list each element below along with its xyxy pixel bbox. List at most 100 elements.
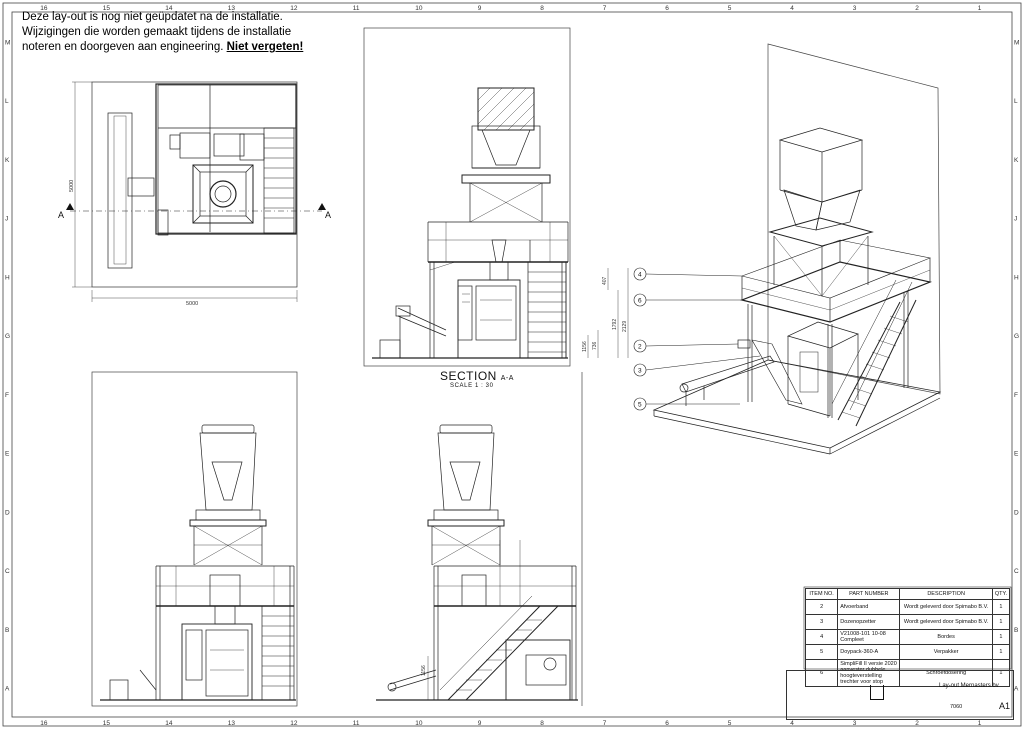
bom-item: 3 xyxy=(804,614,839,630)
side-view xyxy=(376,372,583,706)
section-dim-label: 2129 xyxy=(622,321,628,332)
bom-header-qty: QTY. xyxy=(991,588,1011,600)
grid-col-label: 13 xyxy=(228,720,236,727)
note-emphasis: Niet vergeten! xyxy=(226,41,304,53)
bom-part: Afvoerband xyxy=(837,599,901,615)
title-block: Lay-out Mernasters bv 7060 A1 xyxy=(786,670,1014,720)
grid-col-label: 11 xyxy=(353,5,360,12)
note-line-3-text: noteren en doorgeven aan engineering. xyxy=(22,41,227,53)
grid-col-label: 14 xyxy=(165,720,173,727)
title-block-title: Lay-out Mernasters bv xyxy=(939,683,999,689)
grid-row-label: C xyxy=(1014,568,1019,575)
section-mark-left: A xyxy=(58,210,64,220)
bom-row: 4 V21008-101 10-08 Compleet Bordes 1 xyxy=(804,629,1011,645)
grid-col-label: 9 xyxy=(478,5,482,12)
section-dimensions: 407 1792 2129 736 1156 xyxy=(582,276,628,352)
side-view-dim: 1156 xyxy=(421,665,427,676)
grid-col-label: 5 xyxy=(728,720,732,727)
bom-header-desc: DESCRIPTION xyxy=(899,588,993,600)
bom-qty: 1 xyxy=(991,599,1011,615)
section-view xyxy=(363,27,629,367)
bom-qty: 1 xyxy=(991,629,1011,645)
grid-col-label: 7 xyxy=(603,720,607,727)
bom-qty: 1 xyxy=(991,644,1011,660)
grid-col-label: 5 xyxy=(728,5,732,12)
grid-row-label: B xyxy=(5,627,9,634)
grid-row-label: G xyxy=(5,333,10,340)
title-block-size: A1 xyxy=(999,701,1011,711)
bom-row: 3 Dozenopzetter Wordt geleverd door Spimab… xyxy=(804,614,1011,630)
warning-note: Deze lay-out is nog niet geüpdatet na de… xyxy=(22,10,303,55)
balloon-label: 4 xyxy=(638,272,642,279)
grid-col-label: 15 xyxy=(103,720,111,727)
grid-col-label: 2 xyxy=(915,5,919,12)
section-scale: SCALE 1 : 30 xyxy=(450,383,494,389)
grid-col-label: 12 xyxy=(290,720,298,727)
grid-row-label: K xyxy=(5,157,10,164)
grid-col-label: 4 xyxy=(790,720,794,727)
grid-col-label: 4 xyxy=(790,5,794,12)
section-dim-label: 1156 xyxy=(582,341,588,352)
balloon-label: 5 xyxy=(638,402,642,409)
grid-col-label: 1 xyxy=(978,5,982,12)
bom-item: 2 xyxy=(804,599,839,615)
grid-row-label: K xyxy=(1014,157,1019,164)
grid-col-label: 11 xyxy=(353,720,360,727)
bom-part: Dozenopzetter xyxy=(837,614,901,630)
section-dim-label: 736 xyxy=(592,341,598,350)
grid-col-label: 7 xyxy=(603,5,607,12)
section-title: SECTION A-A xyxy=(440,369,514,383)
balloon-label: 3 xyxy=(638,368,642,375)
section-dim-label: 1792 xyxy=(612,319,618,330)
grid-col-label: 8 xyxy=(540,5,544,12)
bom-item: 5 xyxy=(804,644,839,660)
plan-view xyxy=(66,81,326,302)
balloon-label: 6 xyxy=(638,298,642,305)
balloon-label: 2 xyxy=(638,344,642,351)
grid-row-label: E xyxy=(5,451,10,458)
grid-row-label: A xyxy=(5,686,10,693)
section-mark-right: A xyxy=(325,210,331,220)
grid-row-label: D xyxy=(1014,509,1019,516)
balloon-leader xyxy=(645,273,743,277)
grid-row-label: H xyxy=(1014,274,1019,281)
grid-row-label: L xyxy=(5,98,9,105)
grid-row-label: E xyxy=(1014,451,1019,458)
section-title-text: SECTION xyxy=(440,369,497,383)
grid-row-label: L xyxy=(1014,98,1018,105)
bom-desc: Verpakker xyxy=(899,644,993,660)
grid-col-label: 10 xyxy=(415,5,423,12)
grid-row-label: A xyxy=(1014,686,1019,693)
grid-row-label: B xyxy=(1014,627,1018,634)
grid-col-label: 8 xyxy=(540,720,544,727)
callout-balloons: 4 6 2 3 5 xyxy=(633,267,761,411)
grid-col-label: 3 xyxy=(853,5,857,12)
grid-col-label: 1 xyxy=(978,720,982,727)
grid-col-label: 6 xyxy=(665,720,669,727)
bom-part: V21008-101 10-08 Compleet xyxy=(837,629,901,645)
grid-row-label: J xyxy=(5,216,8,223)
grid-row-label: H xyxy=(5,274,10,281)
note-line-3: noteren en doorgeven aan engineering. Ni… xyxy=(22,40,303,55)
note-line-2: Wijzigingen die worden gemaakt tijdens d… xyxy=(22,26,292,38)
grid-col-label: 6 xyxy=(665,5,669,12)
grid-row-label: D xyxy=(5,509,10,516)
grid-row-label: F xyxy=(1014,392,1018,399)
grid-col-label: 9 xyxy=(478,720,482,727)
note-line-1: Deze lay-out is nog niet geüpdatet na de… xyxy=(22,11,283,23)
bom-row: 2 Afvoerband Wordt geleverd door Spimabo B… xyxy=(804,599,1011,615)
bom-header-part: PART NUMBER xyxy=(837,588,901,600)
bom-header-item: ITEM NO. xyxy=(804,588,839,600)
grid-col-label: 10 xyxy=(415,720,423,727)
bom-desc: Bordes xyxy=(899,629,993,645)
section-title-suffix: A-A xyxy=(500,375,514,382)
bom-item: 4 xyxy=(804,629,839,645)
plan-dim-height: 5000 xyxy=(69,180,75,192)
bom-desc: Wordt geleverd door Spimabo B.V. xyxy=(899,614,993,630)
bom-row: 5 Doypack-360-A Verpakker 1 xyxy=(804,644,1011,660)
plan-dim-width: 5000 xyxy=(186,301,198,307)
company-logo-icon xyxy=(870,685,884,700)
grid-row-label: M xyxy=(1014,39,1019,46)
balloon-leader xyxy=(645,343,739,347)
title-block-number: 7060 xyxy=(950,704,963,710)
